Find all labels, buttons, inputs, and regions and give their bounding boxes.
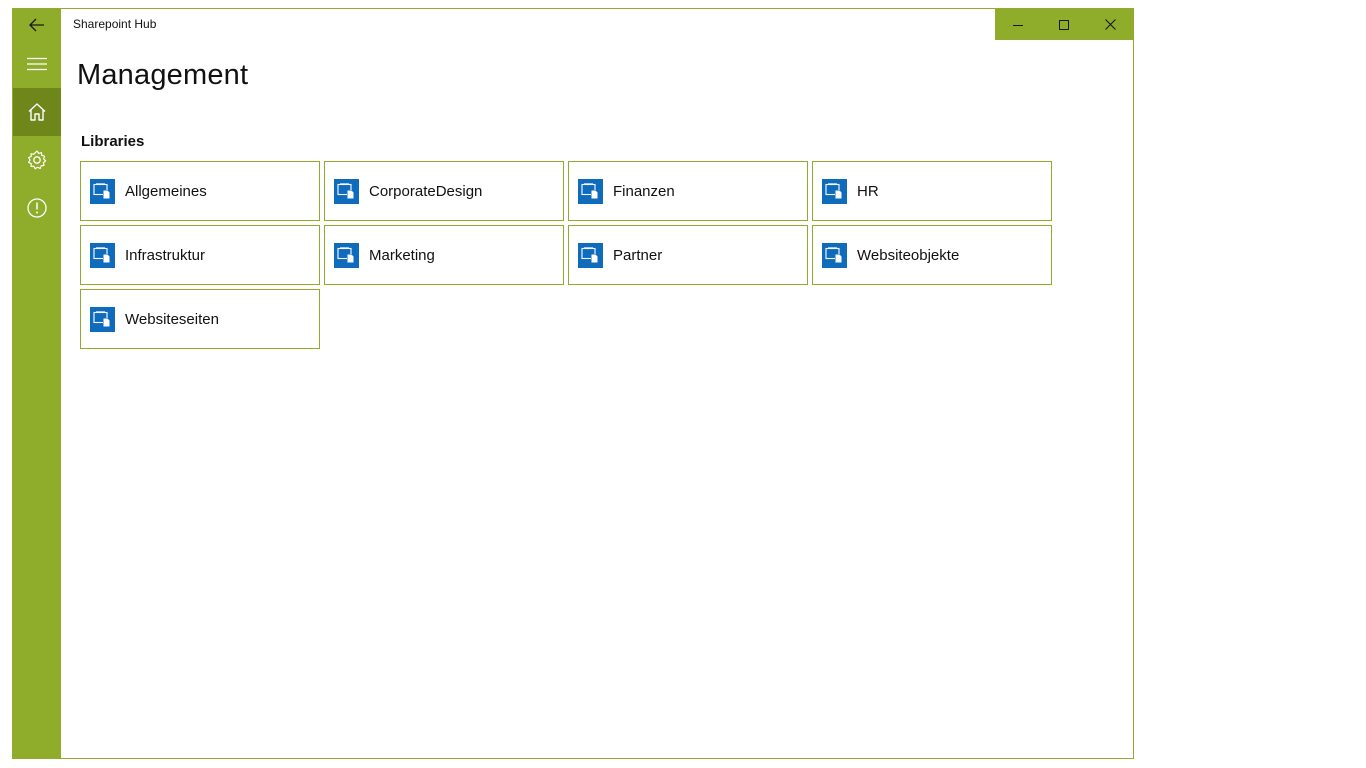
nav-info-button[interactable] — [13, 184, 61, 232]
library-tile-label: CorporateDesign — [369, 182, 483, 200]
app-window: Sharepoint Hub Management Libraries Allg… — [12, 8, 1134, 759]
library-icon — [822, 178, 847, 204]
library-icon — [90, 242, 115, 268]
library-icon — [578, 178, 603, 204]
nav-home-button[interactable] — [13, 88, 61, 136]
library-grid: Allgemeines CorporateDesign Finanzen HR … — [80, 161, 1052, 349]
window-caption-buttons — [995, 9, 1133, 40]
library-tile-label: Websiteobjekte — [857, 246, 960, 264]
library-tile-hr[interactable]: HR — [812, 161, 1052, 221]
maximize-icon — [1059, 19, 1069, 30]
library-tile-marketing[interactable]: Marketing — [324, 225, 564, 285]
library-icon — [90, 178, 115, 204]
gear-icon — [28, 150, 47, 170]
back-arrow-icon — [29, 18, 44, 31]
minimize-icon — [1013, 24, 1023, 26]
library-tile-partner[interactable]: Partner — [568, 225, 808, 285]
library-tile-label: HR — [857, 182, 879, 200]
library-tile-websiteseiten[interactable]: Websiteseiten — [80, 289, 320, 349]
back-button[interactable] — [13, 9, 61, 40]
library-tile-allgemeines[interactable]: Allgemeines — [80, 161, 320, 221]
info-icon — [27, 198, 47, 218]
library-tile-label: Websiteseiten — [125, 310, 219, 328]
library-icon — [578, 242, 603, 268]
library-tile-label: Infrastruktur — [125, 246, 206, 264]
home-icon — [28, 103, 46, 121]
library-tile-finanzen[interactable]: Finanzen — [568, 161, 808, 221]
nav-rail — [13, 9, 61, 758]
minimize-button[interactable] — [995, 9, 1041, 40]
library-icon — [334, 178, 359, 204]
library-tile-label: Partner — [613, 246, 663, 264]
page-title: Management — [77, 59, 249, 91]
hamburger-icon — [27, 57, 47, 71]
close-icon — [1104, 19, 1116, 30]
app-title: Sharepoint Hub — [73, 17, 157, 31]
section-title-libraries: Libraries — [81, 133, 145, 150]
title-bar: Sharepoint Hub — [61, 9, 1133, 40]
close-button[interactable] — [1087, 9, 1133, 40]
hamburger-menu-button[interactable] — [13, 40, 61, 88]
library-icon — [334, 242, 359, 268]
maximize-button[interactable] — [1041, 9, 1087, 40]
library-tile-label: Marketing — [369, 246, 435, 264]
nav-settings-button[interactable] — [13, 136, 61, 184]
library-icon — [822, 242, 847, 268]
library-tile-label: Finanzen — [613, 182, 675, 200]
library-tile-label: Allgemeines — [125, 182, 207, 200]
library-icon — [90, 306, 115, 332]
library-tile-websiteobjekte[interactable]: Websiteobjekte — [812, 225, 1052, 285]
library-tile-corporatedesign[interactable]: CorporateDesign — [324, 161, 564, 221]
library-tile-infrastruktur[interactable]: Infrastruktur — [80, 225, 320, 285]
